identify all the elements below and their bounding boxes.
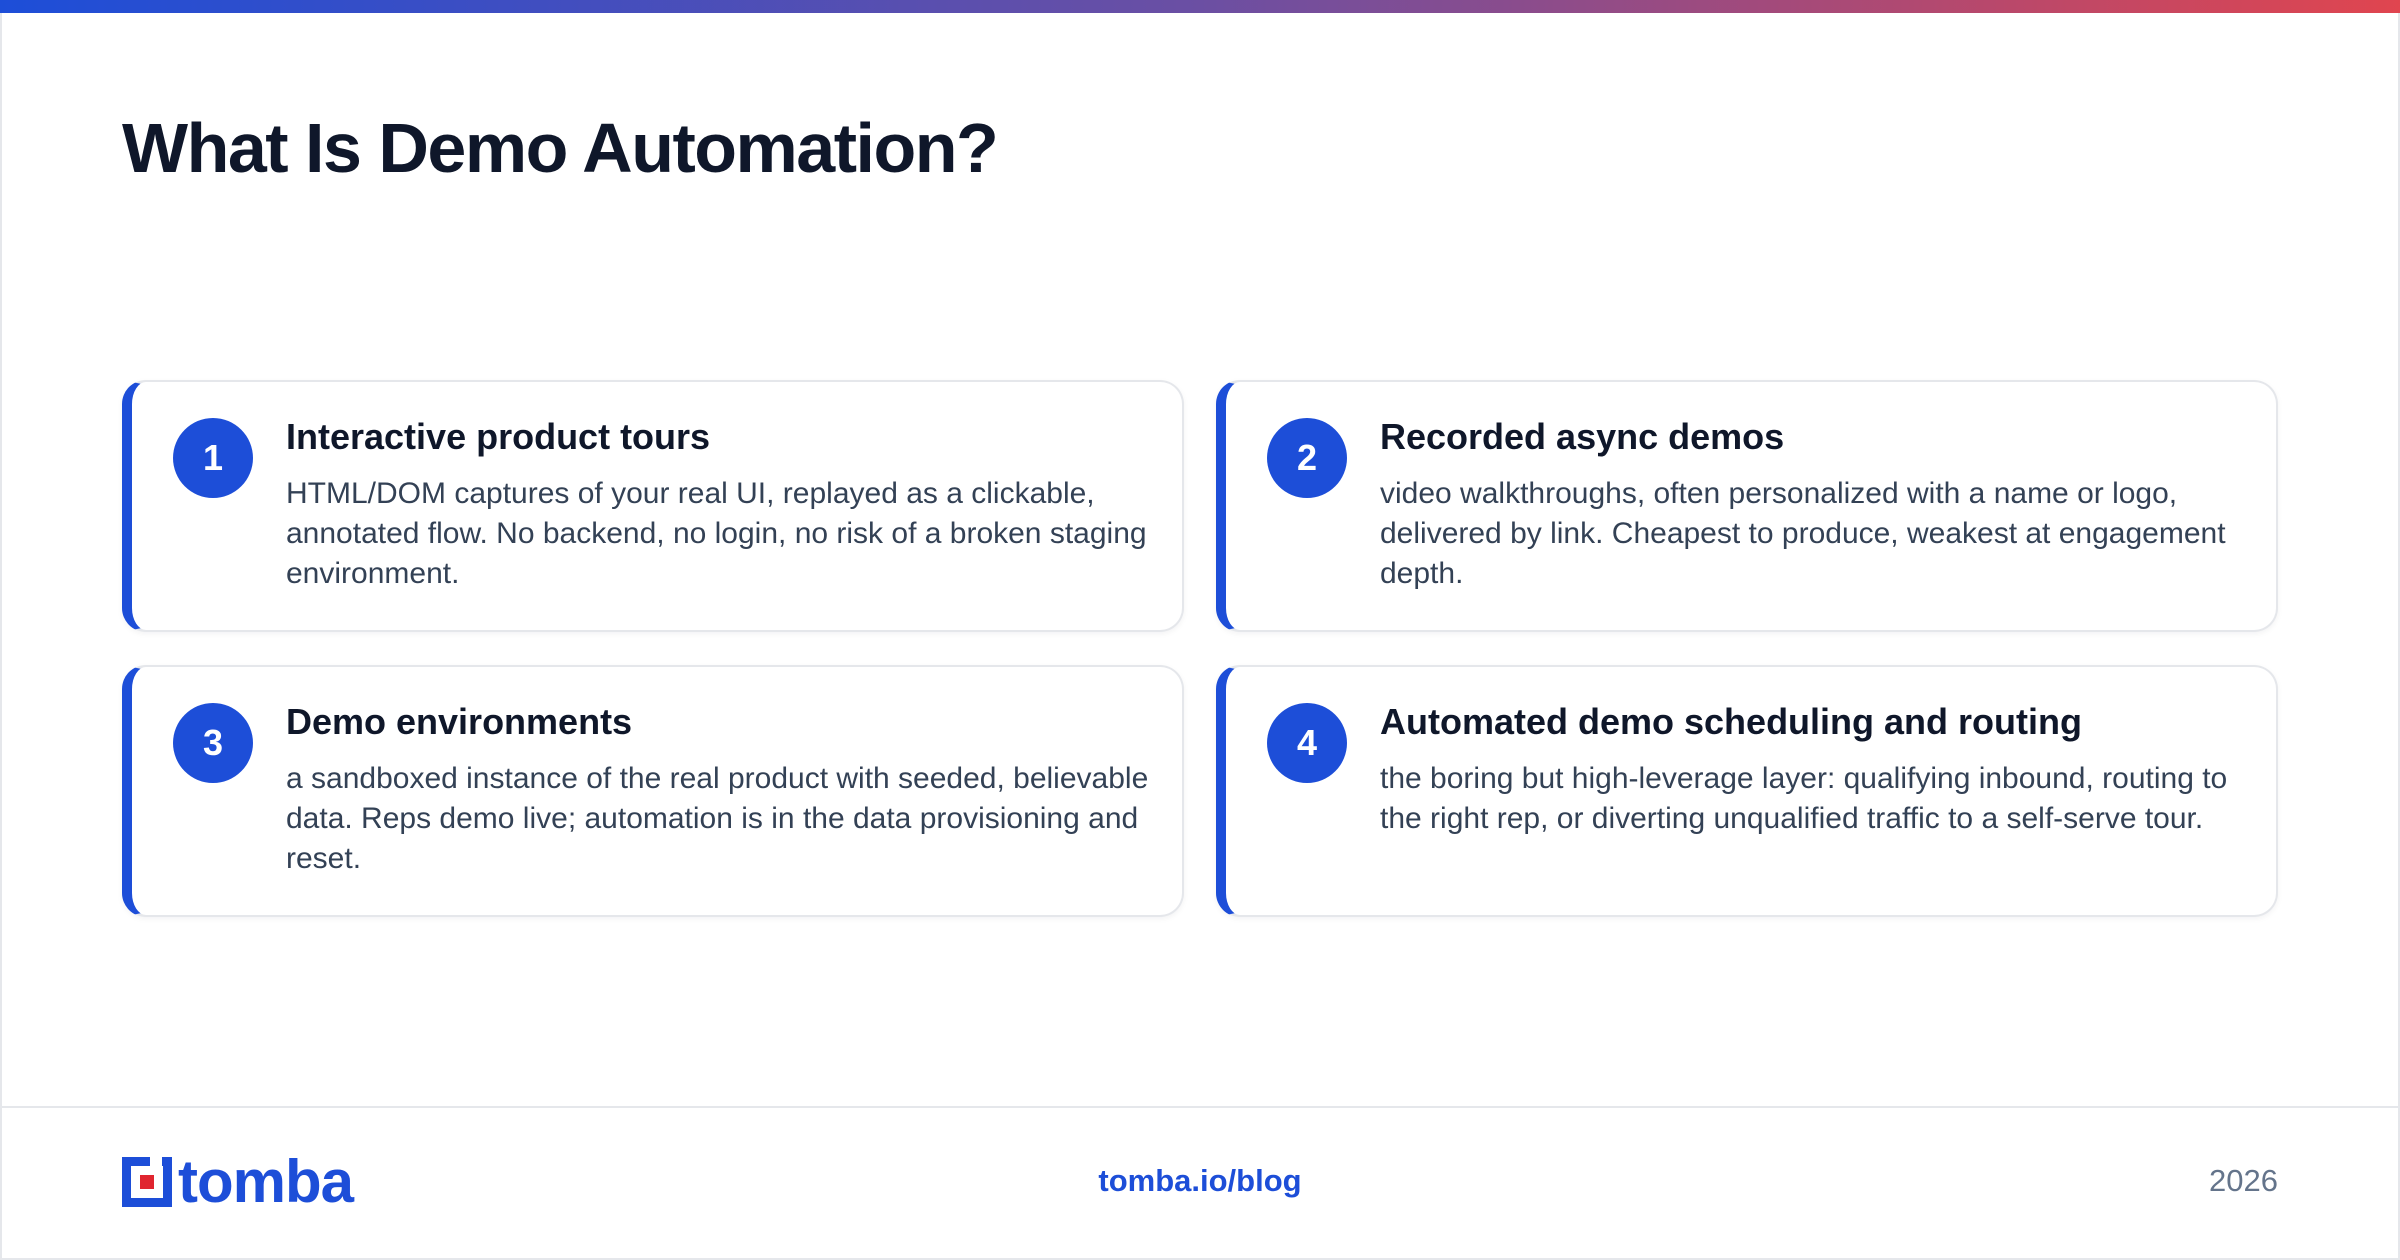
card-number-badge: 3 bbox=[173, 703, 253, 783]
card-demo-scheduling-routing: 4 Automated demo scheduling and routing … bbox=[1216, 665, 2278, 917]
card-interactive-product-tours: 1 Interactive product tours HTML/DOM cap… bbox=[122, 380, 1184, 632]
card-title: Recorded async demos bbox=[1380, 416, 1785, 457]
card-description: HTML/DOM captures of your real UI, repla… bbox=[286, 477, 1147, 590]
card-recorded-async-demos: 2 Recorded async demos video walkthrough… bbox=[1216, 380, 2278, 632]
card-number-badge: 1 bbox=[173, 418, 253, 498]
card-number-badge: 4 bbox=[1267, 703, 1347, 783]
top-gradient-bar bbox=[0, 0, 2400, 13]
footer-divider bbox=[0, 1106, 2400, 1108]
card-title: Automated demo scheduling and routing bbox=[1380, 701, 2082, 742]
blog-link[interactable]: tomba.io/blog bbox=[0, 1163, 2400, 1199]
card-description: the boring but high-leverage layer: qual… bbox=[1380, 762, 2228, 835]
card-title: Interactive product tours bbox=[286, 416, 711, 457]
page-title: What Is Demo Automation? bbox=[122, 109, 999, 187]
card-description: a sandboxed instance of the real product… bbox=[286, 762, 1149, 875]
card-title: Demo environments bbox=[286, 701, 633, 742]
card-description: video walkthroughs, often personalized w… bbox=[1380, 477, 2226, 590]
card-demo-environments: 3 Demo environments a sandboxed instance… bbox=[122, 665, 1184, 917]
footer-year: 2026 bbox=[2209, 1163, 2278, 1198]
card-number-badge: 2 bbox=[1267, 418, 1347, 498]
